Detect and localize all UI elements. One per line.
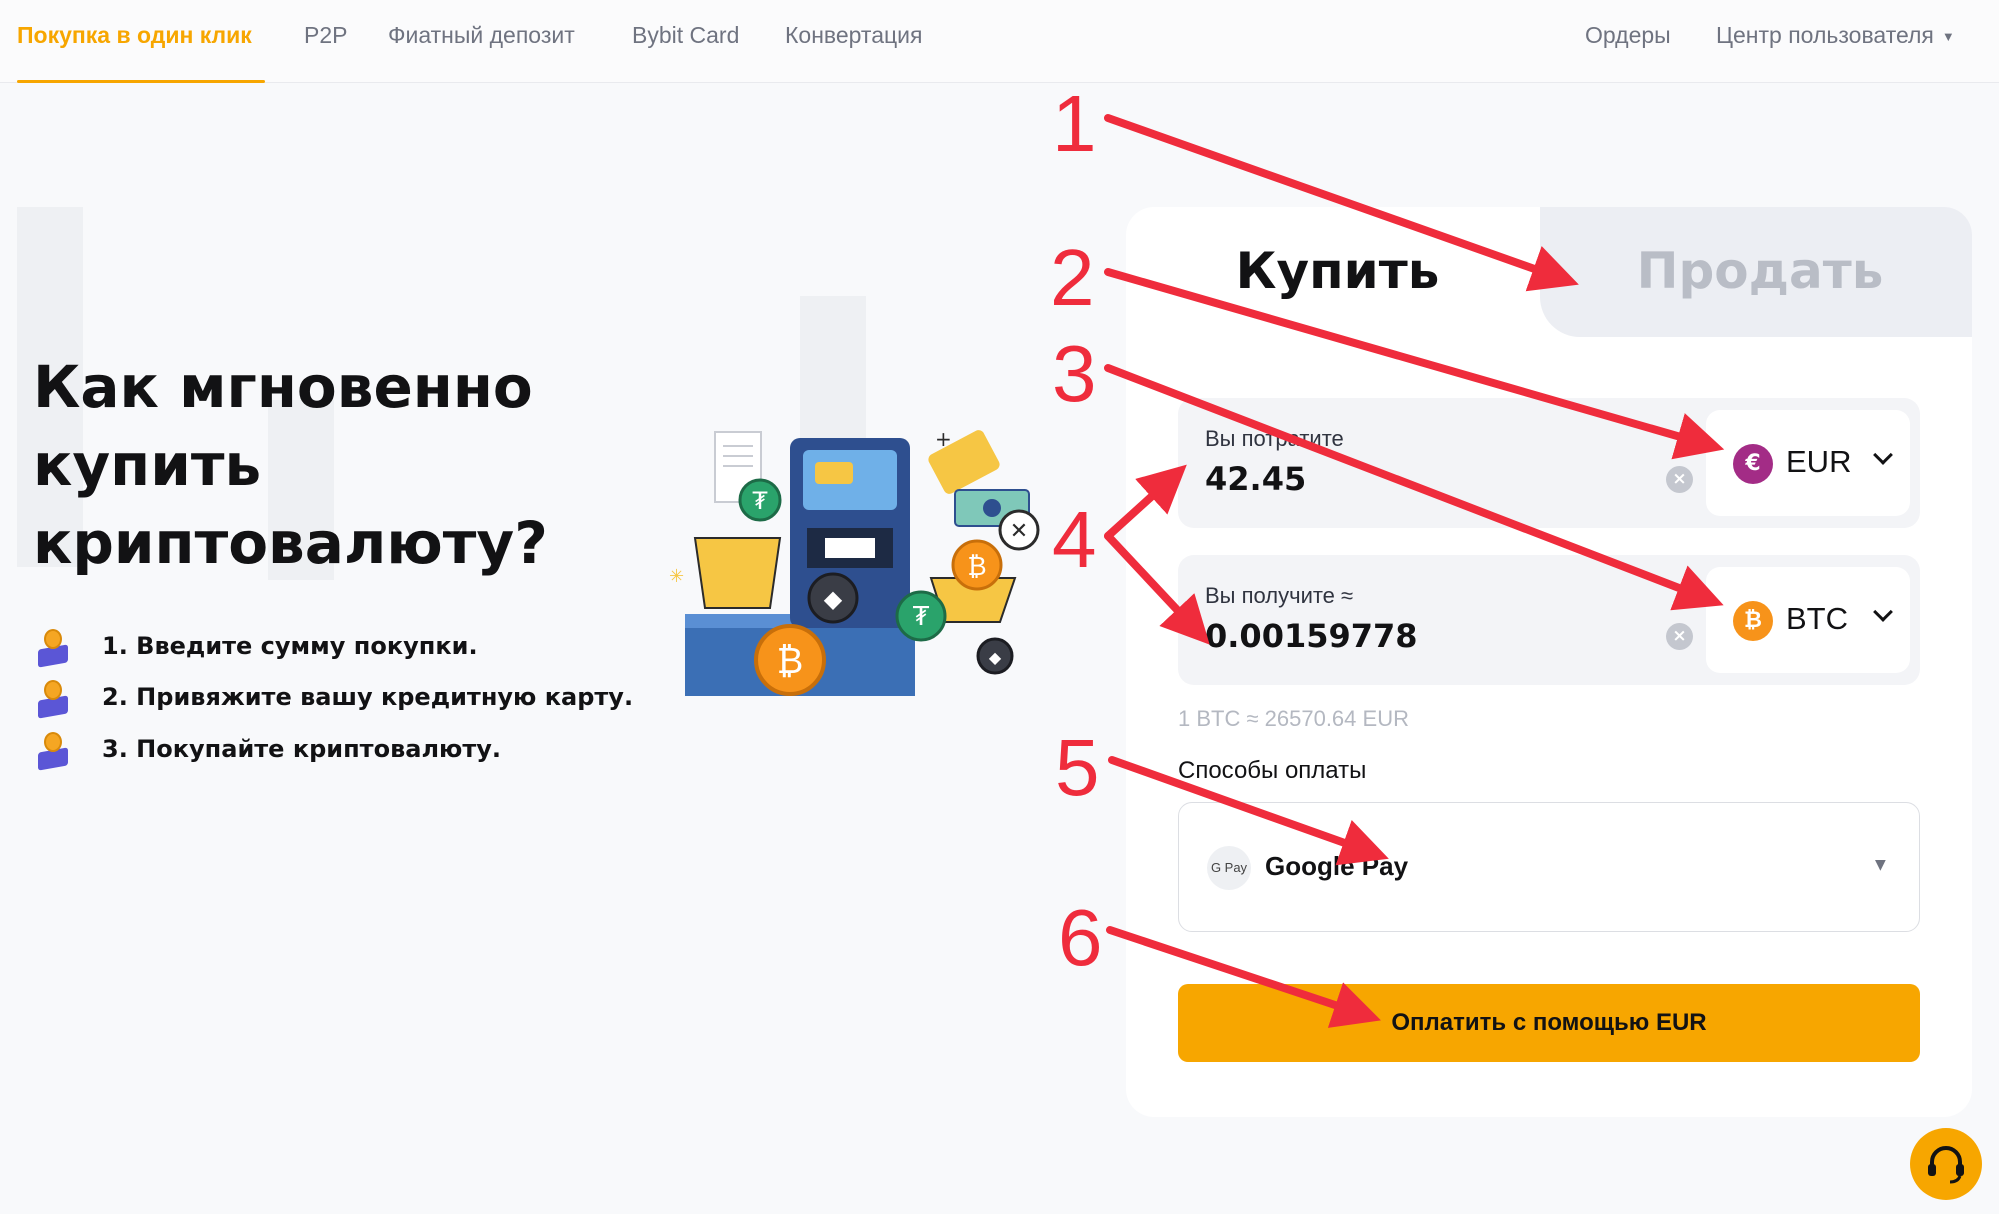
step-item: 1. Введите сумму покупки. bbox=[36, 626, 478, 668]
nav-tab-convert[interactable]: Конвертация bbox=[785, 22, 922, 49]
annotation-number: 2 bbox=[1050, 233, 1095, 322]
spend-amount-field: Вы потратите 42.45 × € EUR bbox=[1178, 398, 1920, 528]
receive-currency-label: BTC bbox=[1786, 601, 1848, 636]
exchange-rate: 1 BTC ≈ 26570.64 EUR bbox=[1178, 706, 1409, 731]
payment-methods-title: Способы оплаты bbox=[1178, 757, 1367, 784]
svg-text:₮: ₮ bbox=[913, 602, 930, 632]
euro-icon: € bbox=[1733, 444, 1773, 484]
svg-text:₿: ₿ bbox=[777, 641, 804, 682]
annotation-number: 6 bbox=[1058, 893, 1103, 982]
page-title: Как мгновенно купить криптовалюту? bbox=[33, 348, 653, 582]
step-text: 1. Введите сумму покупки. bbox=[102, 632, 478, 660]
bitcoin-icon: ₿ bbox=[1733, 601, 1773, 641]
orders-link[interactable]: Ордеры bbox=[1585, 22, 1671, 49]
page-title-line: купить bbox=[33, 431, 262, 499]
active-tab-indicator bbox=[17, 80, 265, 83]
annotation-number: 5 bbox=[1055, 723, 1100, 812]
nav-tab-one-click-buy[interactable]: Покупка в один клик bbox=[17, 22, 252, 49]
page-title-line: криптовалюту? bbox=[33, 509, 548, 577]
svg-text:₿: ₿ bbox=[967, 552, 986, 582]
receive-amount-field: Вы получите ≈ 0.00159778 × ₿ BTC bbox=[1178, 555, 1920, 685]
nav-tab-fiat-deposit[interactable]: Фиатный депозит bbox=[388, 22, 575, 49]
spend-label: Вы потратите bbox=[1205, 426, 1344, 451]
coin-stack-icon bbox=[36, 627, 70, 668]
step-text: 2. Привяжите вашу кредитную карту. bbox=[102, 683, 634, 711]
caret-down-icon: ▼ bbox=[1875, 857, 1886, 873]
receive-label: Вы получите ≈ bbox=[1205, 583, 1354, 608]
nav-tab-p2p[interactable]: P2P bbox=[304, 22, 347, 49]
nav-tab-bybit-card[interactable]: Bybit Card bbox=[632, 22, 739, 49]
top-navigation: Покупка в один клик P2P Фиатный депозит … bbox=[0, 0, 1999, 83]
spend-currency-select[interactable]: € EUR bbox=[1706, 410, 1910, 516]
step-text: 3. Покупайте криптовалюту. bbox=[102, 735, 502, 763]
crypto-purchase-icon bbox=[36, 730, 70, 771]
svg-text:+: + bbox=[935, 427, 952, 451]
user-center-menu[interactable]: Центр пользователя ▼ bbox=[1716, 22, 1955, 49]
receive-amount-input[interactable]: 0.00159778 bbox=[1205, 617, 1418, 655]
step-item: 2. Привяжите вашу кредитную карту. bbox=[36, 677, 634, 719]
user-center-label: Центр пользователя bbox=[1716, 22, 1934, 48]
spend-currency-label: EUR bbox=[1786, 444, 1852, 479]
svg-text:◆: ◆ bbox=[824, 585, 843, 613]
spend-amount-input[interactable]: 42.45 bbox=[1205, 460, 1306, 498]
payment-method-label: Google Pay bbox=[1265, 851, 1409, 881]
svg-text:✕: ✕ bbox=[1010, 519, 1028, 544]
pay-button[interactable]: Оплатить с помощью EUR bbox=[1178, 984, 1920, 1062]
caret-down-icon: ▼ bbox=[1941, 29, 1955, 45]
card-coin-icon bbox=[36, 678, 70, 719]
svg-text:✳: ✳ bbox=[669, 566, 684, 587]
clear-icon[interactable]: × bbox=[1666, 466, 1693, 493]
tab-buy[interactable]: Купить bbox=[1150, 242, 1525, 300]
receive-currency-select[interactable]: ₿ BTC bbox=[1706, 567, 1910, 673]
svg-text:◆: ◆ bbox=[989, 648, 1002, 667]
clear-icon[interactable]: × bbox=[1666, 623, 1693, 650]
tab-sell-label[interactable]: Продать bbox=[1560, 242, 1960, 300]
annotation-number: 1 bbox=[1052, 79, 1097, 168]
headset-icon bbox=[1928, 1146, 1964, 1184]
svg-text:₮: ₮ bbox=[752, 487, 768, 515]
support-button[interactable] bbox=[1910, 1128, 1982, 1200]
annotation-number: 4 bbox=[1052, 495, 1097, 584]
google-pay-icon: G Pay bbox=[1207, 846, 1251, 890]
chevron-down-icon bbox=[1873, 445, 1893, 465]
annotation-number: 3 bbox=[1052, 329, 1097, 418]
crypto-atm-illustration: ✕ ₮ ◆ ₿ ₿ ₮ ◆ + ✳ bbox=[669, 427, 1040, 696]
chevron-down-icon bbox=[1873, 602, 1893, 622]
page-title-line: Как мгновенно bbox=[33, 353, 533, 421]
payment-method-select[interactable]: G Pay Google Pay ▼ bbox=[1178, 802, 1920, 932]
step-item: 3. Покупайте криптовалюту. bbox=[36, 729, 502, 771]
